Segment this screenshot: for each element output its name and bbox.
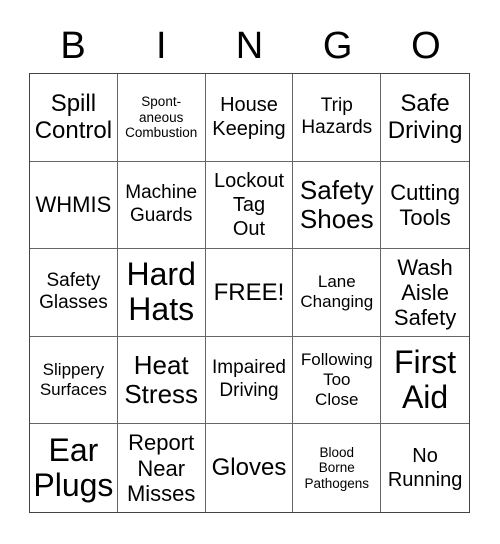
bingo-cell[interactable]: Cutting Tools (381, 162, 469, 250)
header-letter-g: G (322, 25, 353, 67)
bingo-cell[interactable]: Impaired Driving (205, 336, 294, 425)
bingo-cell[interactable]: Machine Guards (117, 161, 206, 250)
bingo-cell[interactable]: Gloves (206, 424, 294, 512)
bingo-cell[interactable]: Trip Hazards (293, 74, 382, 162)
bingo-cell[interactable]: Hard Hats (117, 249, 206, 337)
bingo-cell[interactable]: Spill Control (30, 74, 118, 162)
header-letter-n: N (235, 25, 264, 67)
bingo-cell[interactable]: Safe Driving (381, 74, 469, 162)
bingo-cell[interactable]: Ear Plugs (30, 424, 118, 512)
bingo-cell[interactable]: WHMIS (30, 161, 118, 250)
bingo-cell[interactable]: Lockout Tag Out (205, 161, 294, 250)
bingo-cell[interactable]: Wash Aisle Safety (381, 249, 469, 337)
bingo-header: B I N G O (29, 20, 470, 72)
bingo-cell[interactable]: Slippery Surfaces (30, 336, 118, 425)
bingo-cell[interactable]: Report Near Misses (118, 424, 206, 512)
bingo-cell[interactable]: House Keeping (205, 74, 294, 162)
free-space-cell[interactable]: FREE! (205, 249, 294, 337)
header-letter-b: B (60, 25, 86, 67)
bingo-cell[interactable]: First Aid (381, 337, 469, 425)
bingo-cell[interactable]: No Running (381, 424, 469, 512)
bingo-cell[interactable]: Following Too Close (293, 336, 382, 425)
bingo-cell[interactable]: Heat Stress (117, 336, 206, 425)
header-letter-i: I (156, 25, 167, 67)
header-letter-o: O (411, 25, 441, 67)
bingo-card-grid: Spill Control Spont- aneous Combustion H… (29, 73, 470, 513)
bingo-cell[interactable]: Spont- aneous Combustion (117, 74, 206, 162)
bingo-cell[interactable]: Safety Glasses (30, 249, 118, 337)
bingo-cell[interactable]: Blood Borne Pathogens (293, 424, 382, 512)
bingo-cell[interactable]: Safety Shoes (293, 161, 382, 250)
bingo-cell[interactable]: Lane Changing (293, 249, 382, 337)
